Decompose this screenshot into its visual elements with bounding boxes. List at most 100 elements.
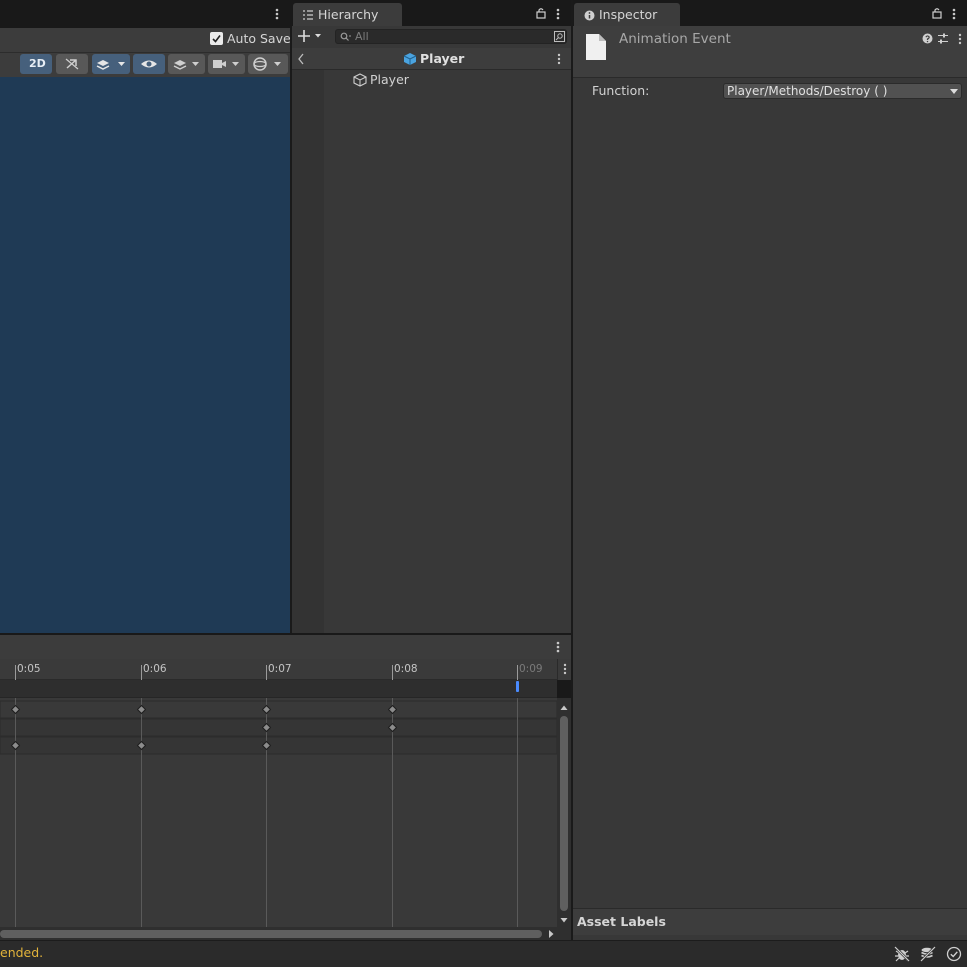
hierarchy-lock-button[interactable] bbox=[535, 7, 547, 19]
ruler-tick-label: 0:09 bbox=[519, 663, 543, 675]
inspector-panel bbox=[573, 26, 967, 940]
mode-2d-label: 2D bbox=[29, 57, 46, 70]
asset-labels-title: Asset Labels bbox=[577, 914, 666, 929]
kebab-icon[interactable] bbox=[553, 639, 563, 655]
ruler-tick bbox=[15, 665, 16, 680]
vertical-scroll-thumb[interactable] bbox=[560, 716, 568, 911]
debug-bug-icon[interactable] bbox=[894, 946, 910, 962]
dopesheet-track-row[interactable] bbox=[0, 700, 557, 719]
asset-labels-section[interactable]: Asset Labels bbox=[573, 908, 967, 935]
layers-dropdown-button[interactable] bbox=[168, 54, 205, 74]
kebab-icon bbox=[563, 663, 567, 675]
ruler-tick bbox=[392, 665, 393, 680]
hierarchy-add-button[interactable] bbox=[297, 28, 325, 44]
layers-icon bbox=[173, 60, 199, 70]
search-icon bbox=[340, 32, 351, 41]
hierarchy-search-input[interactable]: All bbox=[335, 29, 567, 44]
hierarchy-breadcrumb: Player bbox=[292, 48, 571, 70]
cache-server-icon[interactable] bbox=[920, 946, 936, 962]
eye-icon bbox=[141, 60, 157, 68]
mode-2d-button[interactable]: 2D bbox=[20, 54, 52, 74]
lighting-toggle-button[interactable] bbox=[56, 54, 88, 74]
ruler-tick-label: 0:08 bbox=[394, 663, 418, 675]
function-label: Function: bbox=[592, 83, 650, 98]
kebab-icon bbox=[556, 8, 560, 20]
search-placeholder: All bbox=[355, 30, 369, 43]
kebab-icon[interactable] bbox=[956, 32, 964, 46]
hierarchy-tab-label: Hierarchy bbox=[318, 7, 379, 22]
auto-save-checkbox[interactable] bbox=[210, 32, 223, 45]
toolbar-divider bbox=[0, 52, 290, 53]
kebab-icon bbox=[275, 8, 279, 20]
scroll-up-arrow-icon[interactable] bbox=[557, 704, 571, 712]
ruler-tick-label: 0:07 bbox=[268, 663, 292, 675]
inspector-menu-button[interactable] bbox=[949, 6, 959, 22]
gameobject-cube-icon bbox=[353, 73, 367, 87]
hierarchy-item-label: Player bbox=[370, 72, 409, 87]
lock-icon bbox=[536, 8, 546, 19]
hierarchy-gutter bbox=[292, 70, 324, 633]
tab-hierarchy[interactable]: Hierarchy bbox=[293, 3, 402, 27]
scroll-down-arrow-icon[interactable] bbox=[557, 916, 571, 924]
lock-icon bbox=[932, 8, 942, 19]
ruler-tick bbox=[141, 665, 142, 680]
effects-toggle-button[interactable] bbox=[92, 54, 130, 74]
camera-icon bbox=[213, 60, 239, 68]
scene-panel-menu-button[interactable] bbox=[272, 6, 282, 22]
list-icon bbox=[303, 10, 313, 20]
search-scope-icon[interactable] bbox=[554, 31, 565, 42]
status-message[interactable]: ended. bbox=[0, 946, 43, 960]
chevron-left-icon[interactable] bbox=[297, 53, 305, 65]
dopesheet-keyframes bbox=[0, 698, 557, 927]
inspector-lock-button[interactable] bbox=[931, 7, 943, 19]
hierarchy-menu-button[interactable] bbox=[553, 6, 563, 22]
tab-inspector[interactable]: Inspector bbox=[574, 3, 680, 27]
scene-tab-strip bbox=[0, 0, 290, 28]
plus-dropdown-icon bbox=[298, 30, 321, 42]
document-icon bbox=[586, 34, 606, 60]
animation-event-marker[interactable] bbox=[516, 681, 519, 692]
ruler-tick-label: 0:06 bbox=[143, 663, 167, 675]
status-bar: ended. bbox=[0, 940, 967, 967]
ruler-tick bbox=[517, 665, 518, 680]
scene-viewport[interactable] bbox=[0, 77, 290, 633]
timeline-menu-button[interactable] bbox=[557, 659, 571, 680]
kebab-icon bbox=[952, 8, 956, 20]
function-dropdown-value: Player/Methods/Destroy ( ) bbox=[727, 84, 888, 98]
event-track[interactable] bbox=[0, 680, 557, 698]
layers-stack-icon bbox=[96, 60, 125, 70]
animation-toolbar bbox=[0, 635, 571, 659]
breadcrumb-title: Player bbox=[420, 51, 465, 66]
scene-visibility-button[interactable] bbox=[133, 54, 165, 74]
inspector-header: Animation Event bbox=[573, 26, 967, 78]
dopesheet-horizontal-scrollbar[interactable] bbox=[0, 927, 571, 940]
auto-save-label: Auto Save bbox=[227, 31, 291, 46]
progress-check-icon[interactable] bbox=[946, 946, 962, 962]
dopesheet-area[interactable] bbox=[0, 698, 557, 927]
ruler-tick bbox=[266, 665, 267, 680]
lighting-off-icon bbox=[65, 58, 79, 70]
hierarchy-item[interactable]: Player bbox=[324, 71, 571, 89]
function-dropdown[interactable]: Player/Methods/Destroy ( ) bbox=[723, 83, 962, 99]
dopesheet-track-row[interactable] bbox=[0, 718, 557, 737]
hierarchy-panel bbox=[292, 26, 571, 633]
dopesheet-track-row[interactable] bbox=[0, 736, 557, 755]
gizmo-globe-icon bbox=[253, 57, 281, 71]
help-icon[interactable] bbox=[922, 33, 933, 44]
scene-toolbar: Auto Save 2D bbox=[0, 28, 291, 78]
timeline-ruler[interactable]: 0:05 0:06 0:07 0:08 0:09 bbox=[0, 659, 557, 680]
checkmark-icon bbox=[212, 35, 221, 43]
ruler-tick-label: 0:05 bbox=[17, 663, 41, 675]
dopesheet-vertical-scrollbar[interactable] bbox=[557, 698, 571, 927]
scroll-right-arrow-icon[interactable] bbox=[547, 928, 555, 940]
dropdown-arrow-icon bbox=[950, 89, 958, 94]
preset-sliders-icon[interactable] bbox=[937, 33, 949, 44]
info-icon bbox=[584, 10, 595, 21]
inspector-title: Animation Event bbox=[619, 31, 731, 47]
prefab-cube-icon bbox=[403, 53, 417, 65]
horizontal-scroll-thumb[interactable] bbox=[0, 930, 542, 938]
inspector-tab-label: Inspector bbox=[599, 7, 658, 22]
gizmos-dropdown-button[interactable] bbox=[248, 54, 288, 74]
camera-dropdown-button[interactable] bbox=[208, 54, 245, 74]
kebab-icon[interactable] bbox=[554, 51, 564, 67]
